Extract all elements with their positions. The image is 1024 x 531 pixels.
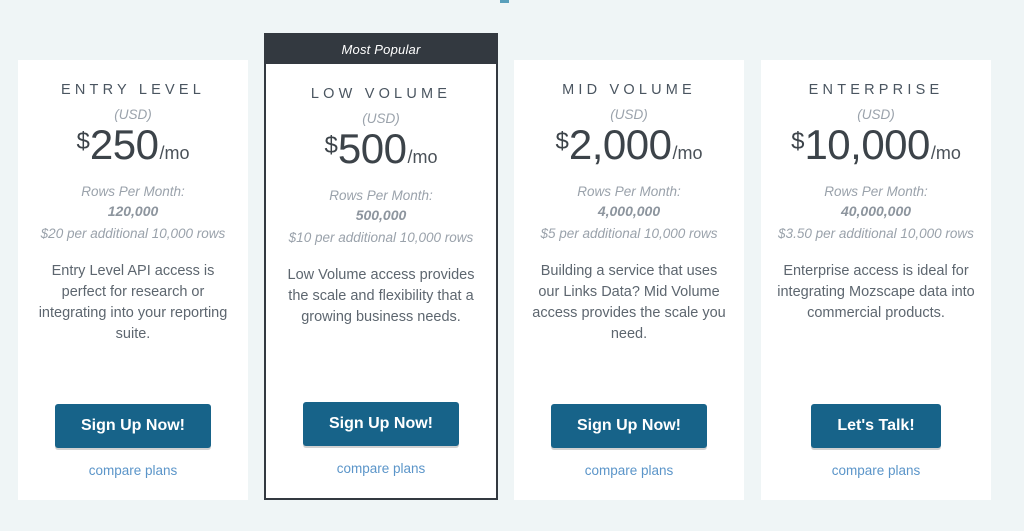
overage-rate: $20 per additional 10,000 rows [40, 225, 226, 241]
currency-note: (USD) [362, 111, 400, 126]
overage-rate: $10 per additional 10,000 rows [288, 229, 474, 245]
rows-per-month-label: Rows Per Month: [824, 183, 928, 199]
pricing-card-low-volume[interactable]: Most Popular LOW VOLUME (USD) $500/mo Ro… [264, 33, 498, 500]
sign-up-button[interactable]: Sign Up Now! [303, 402, 459, 446]
compare-plans-link[interactable]: compare plans [832, 463, 921, 478]
price: $2,000/mo [555, 120, 703, 168]
plan-description: Low Volume access provides the scale and… [287, 267, 475, 326]
overage-rate: $3.50 per additional 10,000 rows [778, 225, 974, 241]
plan-name: ENTERPRISE [808, 82, 944, 98]
price-period: /mo [672, 142, 703, 163]
card-body: LOW VOLUME (USD) $500/mo Rows Per Month:… [266, 64, 496, 498]
price-period: /mo [407, 146, 438, 167]
price-currency-symbol: $ [791, 127, 805, 155]
price-amount: 500 [337, 124, 407, 172]
price: $500/mo [324, 124, 438, 172]
plan-name: ENTRY LEVEL [61, 82, 205, 98]
currency-note: (USD) [610, 107, 648, 122]
price-period: /mo [930, 142, 961, 163]
plan-description: Entry Level API access is perfect for re… [38, 263, 228, 343]
price-amount: 10,000 [804, 120, 930, 168]
price-period: /mo [159, 142, 190, 163]
card-body: MID VOLUME (USD) $2,000/mo Rows Per Mont… [514, 60, 744, 500]
price-currency-symbol: $ [76, 127, 90, 155]
rows-per-month-value: 40,000,000 [840, 202, 912, 219]
cta-group: Sign Up Now! compare plans [276, 402, 486, 498]
sign-up-button[interactable]: Sign Up Now! [55, 404, 211, 448]
plan-name: MID VOLUME [562, 82, 696, 98]
cta-group: Sign Up Now! compare plans [524, 404, 734, 500]
rows-per-month-label: Rows Per Month: [577, 183, 681, 199]
currency-note: (USD) [857, 107, 895, 122]
pricing-card-mid-volume[interactable]: MID VOLUME (USD) $2,000/mo Rows Per Mont… [514, 60, 744, 500]
pricing-card-enterprise[interactable]: ENTERPRISE (USD) $10,000/mo Rows Per Mon… [761, 60, 991, 500]
pricing-plans-grid: ENTRY LEVEL (USD) $250/mo Rows Per Month… [0, 0, 1024, 531]
price-amount: 2,000 [568, 120, 672, 168]
compare-plans-link[interactable]: compare plans [337, 461, 426, 476]
price: $250/mo [76, 120, 190, 168]
compare-plans-link[interactable]: compare plans [89, 463, 178, 478]
rows-per-month-label: Rows Per Month: [329, 187, 433, 203]
rows-per-month-label: Rows Per Month: [81, 183, 185, 199]
compare-plans-link[interactable]: compare plans [585, 463, 674, 478]
card-body: ENTRY LEVEL (USD) $250/mo Rows Per Month… [18, 60, 248, 500]
rows-per-month-value: 500,000 [355, 206, 407, 223]
rows-per-month-value: 4,000,000 [597, 202, 661, 219]
price-currency-symbol: $ [555, 127, 569, 155]
plan-description: Enterprise access is ideal for integrati… [777, 263, 975, 322]
price-currency-symbol: $ [324, 131, 338, 159]
price: $10,000/mo [791, 120, 961, 168]
rows-per-month-value: 120,000 [107, 202, 159, 219]
overage-rate: $5 per additional 10,000 rows [540, 225, 718, 241]
sign-up-button[interactable]: Sign Up Now! [551, 404, 707, 448]
most-popular-badge: Most Popular [266, 35, 496, 64]
cta-group: Sign Up Now! compare plans [28, 404, 238, 500]
pricing-card-entry-level[interactable]: ENTRY LEVEL (USD) $250/mo Rows Per Month… [18, 60, 248, 500]
price-amount: 250 [89, 120, 159, 168]
lets-talk-button[interactable]: Let's Talk! [811, 404, 941, 448]
currency-note: (USD) [114, 107, 152, 122]
plan-description: Building a service that uses our Links D… [532, 263, 726, 343]
plan-name: LOW VOLUME [310, 86, 452, 102]
card-body: ENTERPRISE (USD) $10,000/mo Rows Per Mon… [761, 60, 991, 500]
cta-group: Let's Talk! compare plans [771, 404, 981, 500]
